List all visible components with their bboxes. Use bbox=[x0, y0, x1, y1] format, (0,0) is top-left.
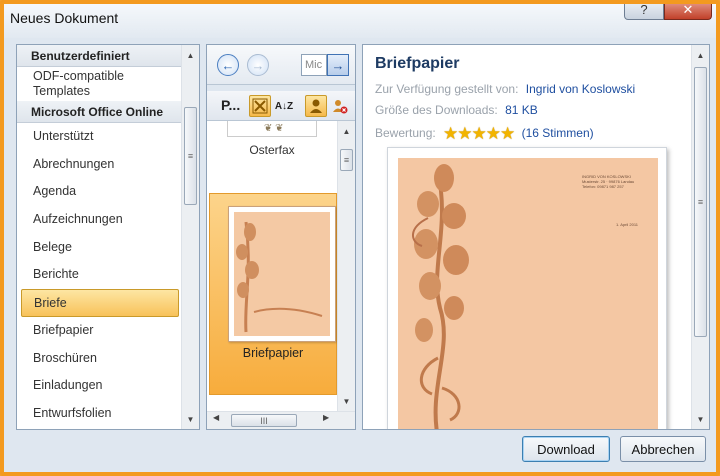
rating-votes: (16 Stimmen) bbox=[521, 126, 594, 140]
forward-arrow-icon[interactable]: → bbox=[247, 54, 269, 76]
category-item[interactable]: Broschüren bbox=[17, 345, 183, 373]
thumbnail-osterfax-image[interactable]: ❦ ❦ bbox=[227, 121, 317, 137]
star-rating-icon[interactable]: ★★★★★ bbox=[443, 124, 515, 144]
scroll-up-icon[interactable]: ▲ bbox=[182, 47, 199, 63]
user-remove-icon[interactable] bbox=[329, 95, 351, 117]
sort-icon[interactable] bbox=[249, 95, 271, 117]
search-input[interactable]: Mic bbox=[301, 54, 327, 76]
scroll-up-icon[interactable]: ▲ bbox=[692, 47, 709, 63]
category-item[interactable]: Briefpapier bbox=[17, 317, 183, 345]
address-line: Telefon: 09871 987 257 bbox=[582, 184, 624, 189]
category-item-odf[interactable]: ODF-compatible Templates bbox=[17, 67, 183, 101]
category-item[interactable]: Abrechnungen bbox=[17, 151, 183, 179]
preview-pane: Briefpapier Zur Verfügung gestellt von: … bbox=[362, 44, 710, 430]
view-toolbar: P... A↓Z bbox=[207, 91, 355, 121]
category-item[interactable]: Unterstützt bbox=[17, 123, 183, 151]
category-item[interactable]: Agenda bbox=[17, 178, 183, 206]
category-item[interactable]: Aufzeichnungen bbox=[17, 206, 183, 234]
cancel-button[interactable]: Abbrechen bbox=[620, 436, 706, 462]
go-arrow-icon[interactable]: → bbox=[327, 54, 349, 76]
window-title: Neues Dokument bbox=[10, 10, 119, 26]
nav-bar: ← → Mic → bbox=[207, 45, 355, 85]
scroll-thumb[interactable]: ≡ bbox=[694, 67, 707, 337]
category-item[interactable]: Berichte bbox=[17, 261, 183, 289]
scroll-up-icon[interactable]: ▲ bbox=[338, 123, 355, 139]
download-size-value: 81 KB bbox=[505, 103, 538, 117]
hscroll-thumb[interactable]: III bbox=[231, 414, 297, 427]
template-preview-image: INGRID VON KOSLOWSKI Musterstr. 25 · 998… bbox=[387, 147, 667, 429]
help-button[interactable]: ? bbox=[624, 4, 664, 20]
category-header-online: Microsoft Office Online bbox=[17, 101, 183, 123]
download-size-row: Größe des Downloads: 81 KB bbox=[375, 103, 538, 117]
scroll-down-icon[interactable]: ▼ bbox=[692, 411, 709, 427]
thumbnail-scrollbar[interactable]: ▲ ≡ ▼ bbox=[337, 121, 355, 411]
scroll-down-icon[interactable]: ▼ bbox=[182, 411, 199, 427]
category-header-custom: Benutzerdefiniert bbox=[17, 45, 183, 67]
category-item[interactable]: Einladungen bbox=[17, 372, 183, 400]
provided-by-label: Zur Verfügung gestellt von: bbox=[375, 82, 519, 96]
rating-row: Bewertung: ★★★★★ (16 Stimmen) bbox=[375, 124, 594, 144]
category-item-selected[interactable]: Briefe bbox=[21, 289, 179, 317]
provided-by-link[interactable]: Ingrid von Koslowski bbox=[526, 82, 635, 96]
user-icon[interactable] bbox=[305, 95, 327, 117]
category-list: Benutzerdefiniert ODF-compatible Templat… bbox=[17, 45, 183, 428]
sort-az-icon[interactable]: A↓Z bbox=[273, 95, 295, 117]
letterhead-address: INGRID VON KOSLOWSKI Musterstr. 25 · 998… bbox=[582, 174, 642, 189]
category-list-pane: Benutzerdefiniert ODF-compatible Templat… bbox=[16, 44, 200, 430]
letterhead-paper: INGRID VON KOSLOWSKI Musterstr. 25 · 998… bbox=[398, 158, 658, 429]
thumbnail-hscrollbar[interactable]: ◀ III ▶ bbox=[207, 411, 355, 429]
view-label: P... bbox=[221, 97, 241, 113]
thumbnail-page-image bbox=[228, 206, 336, 342]
back-arrow-icon[interactable]: ← bbox=[217, 54, 239, 76]
scroll-right-icon[interactable]: ▶ bbox=[323, 413, 329, 422]
scroll-down-icon[interactable]: ▼ bbox=[338, 393, 355, 409]
thumbnail-label[interactable]: Osterfax bbox=[207, 143, 337, 157]
category-item[interactable]: Belege bbox=[17, 234, 183, 262]
floral-ornament-icon: ❦ ❦ bbox=[264, 123, 284, 134]
template-pane: ← → Mic → P... A↓Z ❦ ❦ Osterfax Briefpap… bbox=[206, 44, 356, 430]
category-item[interactable]: Entwurfsfolien bbox=[17, 400, 183, 428]
download-button[interactable]: Download bbox=[522, 436, 610, 462]
floral-illustration-icon bbox=[412, 164, 469, 429]
scroll-thumb[interactable]: ≡ bbox=[184, 107, 197, 205]
thumbnail-list: ❦ ❦ Osterfax Briefpapier bbox=[207, 121, 337, 411]
category-scrollbar[interactable]: ▲ ≡ ▼ bbox=[181, 45, 199, 429]
scroll-thumb[interactable]: ≡ bbox=[340, 149, 353, 171]
provided-by-row: Zur Verfügung gestellt von: Ingrid von K… bbox=[375, 82, 635, 96]
window-controls: ? ✕ bbox=[624, 4, 712, 20]
thumbnail-selected[interactable]: Briefpapier bbox=[209, 193, 337, 395]
letterhead-date: 1. April 2011 bbox=[616, 222, 638, 227]
preview-scrollbar[interactable]: ▲ ≡ ▼ bbox=[691, 45, 709, 429]
thumbnail-label-selected: Briefpapier bbox=[242, 346, 304, 360]
new-document-dialog: Neues Dokument ? ✕ Benutzerdefiniert ODF… bbox=[0, 0, 720, 476]
rating-label: Bewertung: bbox=[375, 126, 436, 140]
close-button[interactable]: ✕ bbox=[664, 4, 712, 20]
title-bar: Neues Dokument ? ✕ bbox=[4, 4, 716, 38]
scroll-left-icon[interactable]: ◀ bbox=[213, 413, 219, 422]
preview-title: Briefpapier bbox=[375, 55, 460, 72]
download-size-label: Größe des Downloads: bbox=[375, 103, 498, 117]
